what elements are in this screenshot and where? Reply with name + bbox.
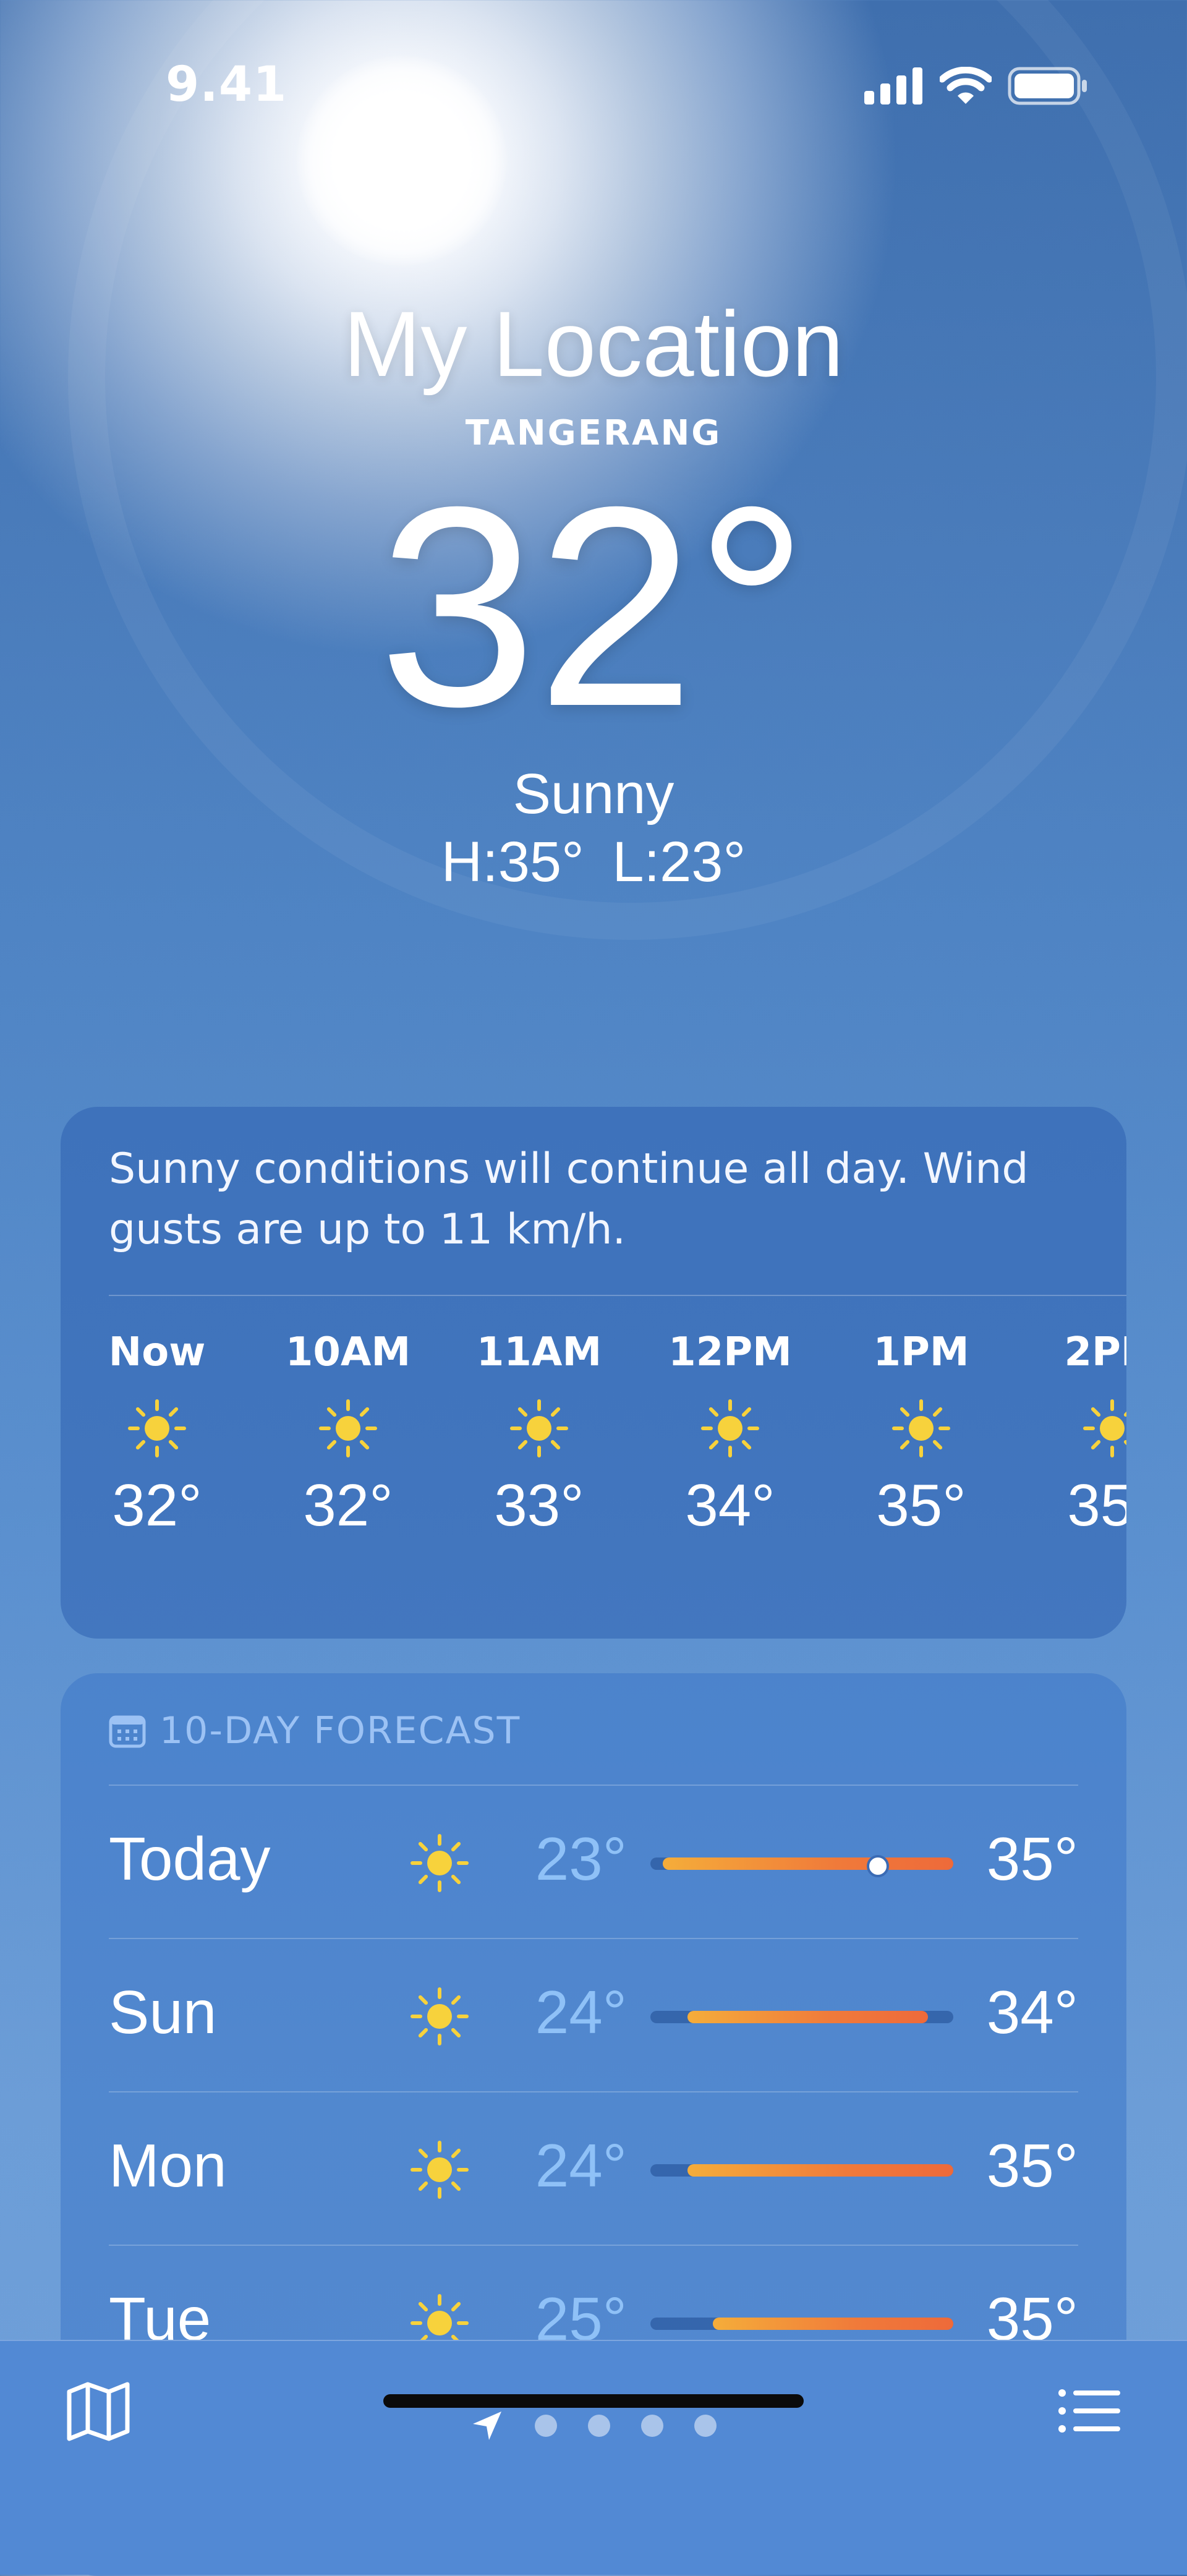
hour-temp: 32° [112,1472,202,1538]
sun-icon [411,1987,469,2045]
hourly-list[interactable]: Now 32° 10AM 32° 11AM 33° 12PM 34° 1PM 3… [109,1329,1126,1614]
locations-list-button[interactable] [1055,2377,1123,2447]
forecast-high: 35° [986,1825,1078,1893]
hourly-forecast-card[interactable]: Sunny conditions will continue all day. … [61,1107,1126,1639]
calendar-icon [109,1715,146,1748]
hour-item: 11AM 33° [471,1329,607,1540]
low-temp: L:23° [612,830,746,893]
hour-item: Now 32° [89,1329,225,1540]
temperature-range-fill [687,2011,929,2023]
hour-label: 2PM [1064,1329,1126,1375]
hour-label: 1PM [873,1329,969,1375]
status-icons [864,67,1088,105]
temperature-range-bar [650,1855,953,1877]
page-indicator[interactable] [0,2409,1187,2442]
sun-icon [411,1834,469,1892]
location-title: My Location [343,292,844,396]
hour-item: 12PM 34° [662,1329,798,1540]
temperature-range-bar [650,2011,953,2023]
forecast-row[interactable]: Sun 24° 34° [109,1939,1078,2091]
weather-summary: Sunny conditions will continue all day. … [109,1145,1029,1254]
hour-temp: 32° [303,1472,393,1538]
hour-label: 10AM [285,1329,411,1375]
hour-temp: 35° [1067,1472,1126,1538]
divider [109,1295,1126,1296]
hour-item: 2PM 35° [1044,1329,1126,1540]
current-condition: Sunny [513,762,674,825]
forecast-header: 10-DAY FORECAST [109,1709,521,1752]
sun-icon [892,1399,950,1457]
forecast-day: Today [109,1825,271,1893]
current-temp-marker [866,1855,889,1877]
wifi-icon [940,67,992,104]
sun-icon [701,1399,759,1457]
hour-temp: 33° [494,1472,584,1538]
location-arrow-icon [473,2412,501,2440]
forecast-low: 23° [535,1825,627,1893]
hour-label: Now [108,1329,206,1375]
temperature-range-fill [713,2318,953,2330]
forecast-row[interactable]: Today 23° 35° [109,1786,1078,1938]
high-low: H:35° L:23° [0,830,1187,895]
temperature-range-fill [687,2164,953,2177]
forecast-day: Mon [109,2131,227,2199]
current-temperature: 32° [378,448,809,766]
page-dot[interactable] [588,2415,610,2437]
hour-temp: 34° [685,1472,775,1538]
high-temp: H:35° [441,830,584,893]
page-dot[interactable] [694,2415,717,2437]
hour-label: 12PM [668,1329,792,1375]
hour-item: 1PM 35° [853,1329,989,1540]
page-dot[interactable] [641,2415,663,2437]
forecast-high: 35° [986,2131,1078,2199]
bottom-toolbar [0,2340,1187,2575]
sun-icon [128,1399,186,1457]
temperature-range-fill [662,1857,953,1870]
status-time: 9.41 [166,57,287,113]
forecast-high: 34° [986,1978,1078,2046]
sun-icon [1083,1399,1126,1457]
temperature-range-bar [650,2164,953,2177]
page-dot[interactable] [535,2415,557,2437]
forecast-low: 24° [535,1978,627,2046]
hour-temp: 35° [876,1472,966,1538]
home-indicator[interactable] [383,2394,804,2408]
sun-glow [297,56,507,266]
hour-item: 10AM 32° [280,1329,416,1540]
forecast-title: 10-DAY FORECAST [160,1709,521,1752]
temperature-range-bar [650,2318,953,2330]
cellular-signal-icon [864,67,922,104]
list-icon [1058,2389,1120,2433]
hour-label: 11AM [476,1329,602,1375]
battery-icon [1008,67,1087,105]
sun-icon [411,2141,469,2199]
forecast-row[interactable]: Mon 24° 35° [109,2092,1078,2245]
sun-icon [510,1399,568,1457]
forecast-day: Sun [109,1978,217,2046]
forecast-low: 24° [535,2131,627,2199]
location-city: TANGERANG [465,413,722,453]
sun-icon [319,1399,377,1457]
